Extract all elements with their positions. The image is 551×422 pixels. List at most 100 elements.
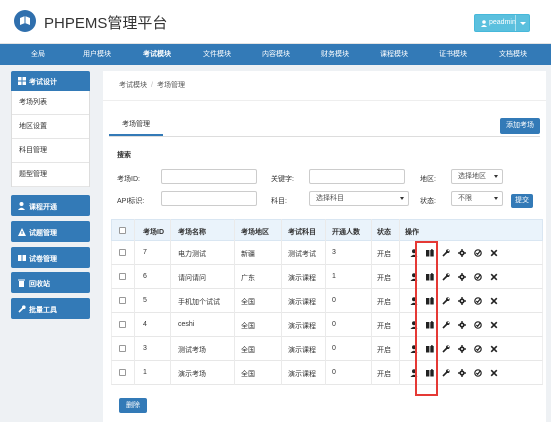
col-status: 状态 (377, 229, 391, 236)
select-all-checkbox[interactable] (119, 227, 126, 234)
sidebar-item-label: 回收站 (29, 281, 50, 288)
check-circle-icon[interactable] (474, 297, 482, 305)
search-section-title: 搜索 (117, 152, 131, 159)
sidebar-item-batch-tools[interactable]: 批量工具 (11, 298, 90, 319)
column-divider (170, 219, 171, 385)
sidebar: 考试设计 考场列表 地区设置 科目管理 题型管理 课程开通 试题管理 试卷管理 … (11, 71, 90, 319)
user-name: peadmin (489, 19, 516, 26)
delete-button[interactable]: 删除 (119, 398, 147, 413)
col-room-name: 考场名称 (178, 229, 206, 236)
sidebar-item-label: 试题管理 (29, 230, 57, 237)
add-room-button[interactable]: 添加考场 (500, 118, 540, 134)
cell-room-region: 广东 (241, 275, 255, 282)
cell-room-id: 5 (143, 297, 147, 304)
tab-room-management[interactable]: 考场管理 (109, 115, 163, 136)
cell-room-name: 演示考场 (178, 371, 206, 378)
row-checkbox[interactable] (119, 273, 126, 280)
breadcrumb: 考试模块 / 考场管理 (119, 80, 185, 90)
wrench-icon[interactable] (442, 297, 450, 305)
nav-file-module[interactable]: 文件模块 (199, 44, 235, 65)
breadcrumb-separator: / (151, 82, 153, 89)
sidebar-item-room-list[interactable]: 考场列表 (12, 91, 89, 115)
nav-finance-module[interactable]: 财务模块 (317, 44, 353, 65)
sidebar-item-subject-management[interactable]: 科目管理 (12, 139, 89, 163)
chevron-down-icon (494, 197, 498, 200)
check-circle-icon[interactable] (474, 249, 482, 257)
cell-room-id: 7 (143, 249, 147, 256)
sidebar-item-question-types[interactable]: 题型管理 (12, 163, 89, 187)
status-label: 状态: (420, 198, 436, 205)
keyword-input[interactable] (309, 169, 405, 184)
sidebar-item-region-settings[interactable]: 地区设置 (12, 115, 89, 139)
sidebar-item-question-management[interactable]: 试题管理 (11, 221, 90, 242)
cell-room-name: 请问请问 (178, 275, 206, 282)
nav-certificate-module[interactable]: 证书模块 (435, 44, 471, 65)
status-select[interactable]: 不限 (451, 191, 503, 206)
nav-exam-module[interactable]: 考试模块 (139, 44, 175, 65)
cell-exam-subject: 演示课程 (288, 275, 316, 282)
sidebar-item-label: 试卷管理 (29, 256, 57, 263)
chevron-down-icon[interactable] (520, 22, 526, 25)
col-open-count: 开通人数 (332, 229, 360, 236)
table-row: 7 电力测试 新疆 测试考试 3 开启 (111, 241, 543, 265)
gear-icon[interactable] (458, 249, 466, 257)
row-checkbox[interactable] (119, 369, 126, 376)
main-panel: 考试模块 / 考场管理 考场管理 添加考场 搜索 考场ID: 关键字: 地区: 选择… (103, 71, 546, 422)
sidebar-item-paper-management[interactable]: 试卷管理 (11, 247, 90, 268)
column-divider (371, 219, 372, 385)
logo-icon (14, 10, 36, 32)
nav-document-module[interactable]: 文档模块 (495, 44, 531, 65)
nav-course-module[interactable]: 课程模块 (376, 44, 412, 65)
breadcrumb-item-exam-module[interactable]: 考试模块 (119, 82, 147, 89)
subject-select-value: 选择科目 (316, 195, 344, 202)
wrench-icon (18, 305, 26, 313)
user-menu-button[interactable]: peadmin (474, 14, 530, 32)
cell-room-id: 6 (143, 273, 147, 280)
row-checkbox[interactable] (119, 321, 126, 328)
api-input[interactable] (161, 191, 257, 206)
wrench-icon[interactable] (442, 345, 450, 353)
room-id-input[interactable] (161, 169, 257, 184)
check-circle-icon[interactable] (474, 321, 482, 329)
gear-icon[interactable] (458, 369, 466, 377)
sidebar-item-label: 课程开通 (29, 204, 57, 211)
sidebar-item-recycle-bin[interactable]: 回收站 (11, 272, 90, 293)
check-circle-icon[interactable] (474, 369, 482, 377)
gear-icon[interactable] (458, 273, 466, 281)
wrench-icon[interactable] (442, 249, 450, 257)
nav-global[interactable]: 全局 (27, 44, 49, 65)
delete-x-icon[interactable] (490, 345, 498, 353)
cell-exam-subject: 演示课程 (288, 347, 316, 354)
wrench-icon[interactable] (442, 273, 450, 281)
region-select[interactable]: 选择地区 (451, 169, 503, 184)
gear-icon[interactable] (458, 297, 466, 305)
table-row: 6 请问请问 广东 演示课程 1 开启 (111, 265, 543, 289)
delete-x-icon[interactable] (490, 273, 498, 281)
sidebar-group-exam-design[interactable]: 考试设计 (11, 71, 90, 91)
submit-button[interactable]: 提交 (511, 194, 533, 208)
nav-content-module[interactable]: 内容模块 (258, 44, 294, 65)
breadcrumb-item-room-management: 考场管理 (156, 82, 185, 89)
nav-user-module[interactable]: 用户模块 (79, 44, 115, 65)
check-circle-icon[interactable] (474, 273, 482, 281)
cell-room-region: 新疆 (241, 251, 255, 258)
subject-select[interactable]: 选择科目 (309, 191, 409, 206)
delete-x-icon[interactable] (490, 249, 498, 257)
cell-room-id: 4 (143, 321, 147, 328)
sidebar-item-label: 批量工具 (29, 307, 57, 314)
cell-exam-subject: 演示课程 (288, 323, 316, 330)
row-checkbox[interactable] (119, 249, 126, 256)
sidebar-item-course-enable[interactable]: 课程开通 (11, 195, 90, 216)
book-icon (18, 255, 26, 261)
delete-x-icon[interactable] (490, 369, 498, 377)
delete-x-icon[interactable] (490, 297, 498, 305)
row-checkbox[interactable] (119, 297, 126, 304)
delete-x-icon[interactable] (490, 321, 498, 329)
gear-icon[interactable] (458, 345, 466, 353)
wrench-icon[interactable] (442, 321, 450, 329)
row-checkbox[interactable] (119, 345, 126, 352)
column-divider (399, 219, 400, 385)
check-circle-icon[interactable] (474, 345, 482, 353)
gear-icon[interactable] (458, 321, 466, 329)
wrench-icon[interactable] (442, 369, 450, 377)
